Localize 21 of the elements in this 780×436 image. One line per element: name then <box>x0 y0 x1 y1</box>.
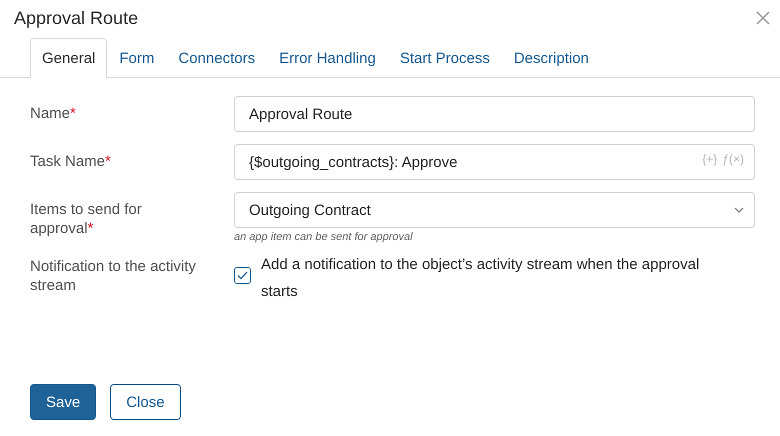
field-label: Name* <box>30 104 77 123</box>
tab[interactable]: Form <box>107 38 166 77</box>
select-field[interactable]: Outgoing Contract <box>234 192 755 228</box>
field-label: Items to send for approval* <box>30 200 143 238</box>
close-button[interactable]: Close <box>110 384 181 420</box>
tab[interactable]: General <box>30 38 108 78</box>
field-label: Notification to the activity stream <box>30 257 197 295</box>
checkbox-label: Add a notification to the object’s activity stream when the approval starts <box>261 255 700 302</box>
close-icon[interactable] <box>756 11 770 25</box>
window-title: Approval Route <box>14 8 138 28</box>
tab[interactable]: Description <box>502 38 601 77</box>
text-field[interactable]: Approval Route <box>234 96 755 132</box>
check-icon <box>237 271 248 280</box>
tab[interactable]: Error Handling <box>267 38 388 77</box>
tab[interactable]: Start Process <box>388 38 502 77</box>
checkbox[interactable] <box>234 267 251 284</box>
field-hint: an app item can be sent for approval <box>234 231 414 243</box>
tab[interactable]: Connectors <box>166 38 268 77</box>
chevron-down-icon <box>734 207 744 213</box>
field-label: Task Name* <box>30 152 112 171</box>
save-button[interactable]: Save <box>30 384 96 420</box>
